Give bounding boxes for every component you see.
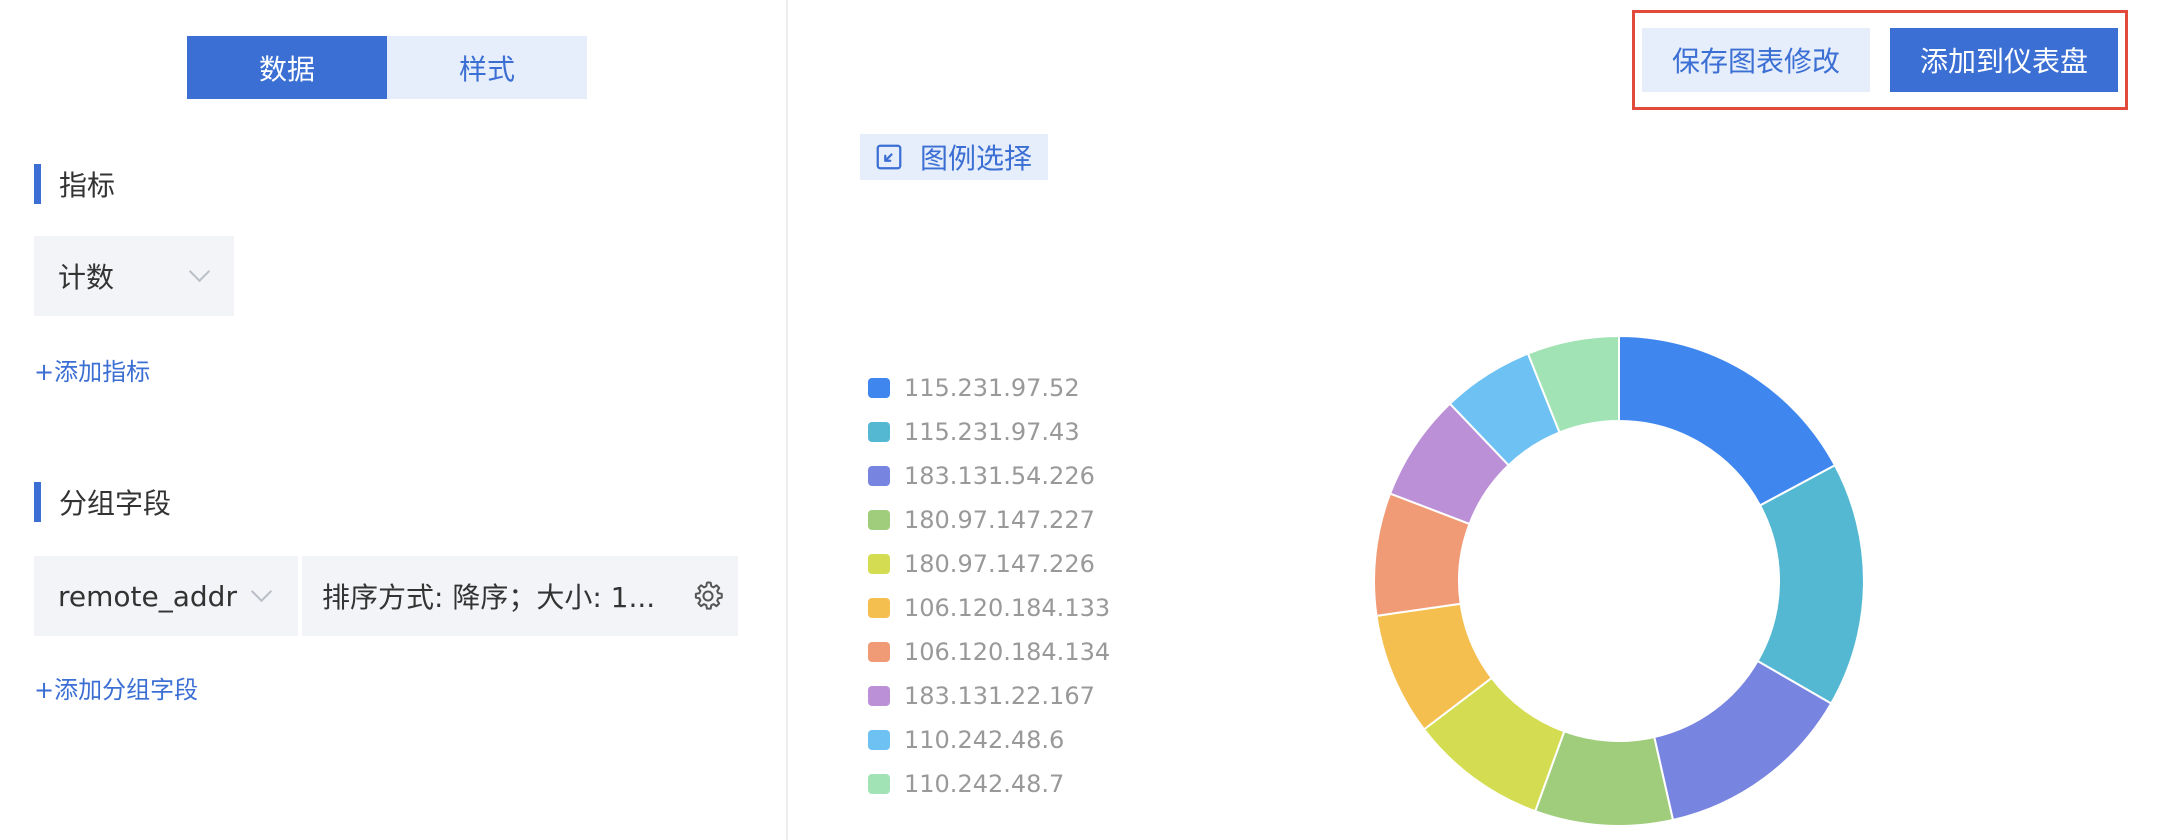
legend-swatch — [868, 422, 890, 442]
donut-chart — [1374, 336, 1864, 826]
legend-swatch — [868, 598, 890, 618]
chart-legend: 115.231.97.52 115.231.97.43 183.131.54.226… — [868, 366, 1110, 806]
legend-label: 183.131.22.167 — [904, 682, 1095, 710]
gear-icon[interactable] — [692, 580, 724, 612]
legend-label: 183.131.54.226 — [904, 462, 1095, 490]
metric-select[interactable]: 计数 — [34, 236, 234, 316]
add-metric-link[interactable]: +添加指标 — [34, 352, 150, 387]
sort-summary: 排序方式: 降序；大小: 1... — [322, 581, 656, 614]
legend-item[interactable]: 180.97.147.227 — [868, 498, 1110, 542]
metrics-section-title: 指标 — [34, 164, 115, 204]
metrics-title: 指标 — [59, 169, 116, 202]
add-to-dashboard-button[interactable]: 添加到仪表盘 — [1890, 28, 2118, 92]
config-panel: 数据 样式 指标 计数 +添加指标 分组字段 remote_addr 排序方式:… — [0, 0, 788, 840]
add-group-field-link[interactable]: +添加分组字段 — [34, 670, 198, 705]
legend-label: 106.120.184.133 — [904, 594, 1111, 622]
legend-item[interactable]: 110.242.48.6 — [868, 718, 1110, 762]
legend-label: 110.242.48.6 — [904, 726, 1065, 754]
legend-label: 115.231.97.52 — [904, 374, 1080, 402]
tab-style[interactable]: 样式 — [387, 36, 587, 99]
group-field-value: remote_addr — [58, 579, 237, 613]
tab-data[interactable]: 数据 — [187, 36, 387, 99]
legend-label: 115.231.97.43 — [904, 418, 1080, 446]
legend-item[interactable]: 180.97.147.226 — [868, 542, 1110, 586]
group-field-select[interactable]: remote_addr — [34, 556, 298, 636]
legend-item[interactable]: 183.131.54.226 — [868, 454, 1110, 498]
legend-swatch — [868, 730, 890, 750]
legend-label: 180.97.147.227 — [904, 506, 1095, 534]
legend-select-button[interactable]: 图例选择 — [860, 134, 1049, 180]
sort-settings-box[interactable]: 排序方式: 降序；大小: 1... — [302, 556, 738, 636]
metric-select-value: 计数 — [58, 261, 115, 294]
legend-swatch — [868, 774, 890, 794]
legend-swatch — [868, 510, 890, 530]
donut-slice[interactable] — [1618, 336, 1837, 507]
save-chart-button[interactable]: 保存图表修改 — [1642, 28, 1870, 92]
legend-swatch — [868, 466, 890, 486]
legend-label: 180.97.147.226 — [904, 550, 1095, 578]
legend-swatch — [868, 554, 890, 574]
legend-swatch — [868, 378, 890, 398]
legend-item[interactable]: 115.231.97.52 — [868, 366, 1110, 410]
legend-swatch — [868, 686, 890, 706]
legend-label: 106.120.184.134 — [904, 638, 1111, 666]
legend-label: 110.242.48.7 — [904, 770, 1065, 798]
section-accent-bar — [34, 482, 41, 522]
section-accent-bar — [34, 164, 41, 204]
group-title: 分组字段 — [59, 487, 172, 520]
config-tabs: 数据 样式 — [187, 36, 587, 99]
legend-item[interactable]: 115.231.97.43 — [868, 410, 1110, 454]
legend-item[interactable]: 106.120.184.133 — [868, 586, 1110, 630]
legend-swatch — [868, 642, 890, 662]
legend-select-icon — [876, 144, 902, 170]
group-section-title: 分组字段 — [34, 482, 171, 522]
donut-slice[interactable] — [1756, 463, 1864, 705]
chevron-down-icon — [250, 580, 273, 603]
legend-item[interactable]: 110.242.48.7 — [868, 762, 1110, 806]
legend-item[interactable]: 183.131.22.167 — [868, 674, 1110, 718]
legend-item[interactable]: 106.120.184.134 — [868, 630, 1110, 674]
chevron-down-icon — [188, 260, 211, 283]
legend-select-label: 图例选择 — [920, 142, 1033, 175]
